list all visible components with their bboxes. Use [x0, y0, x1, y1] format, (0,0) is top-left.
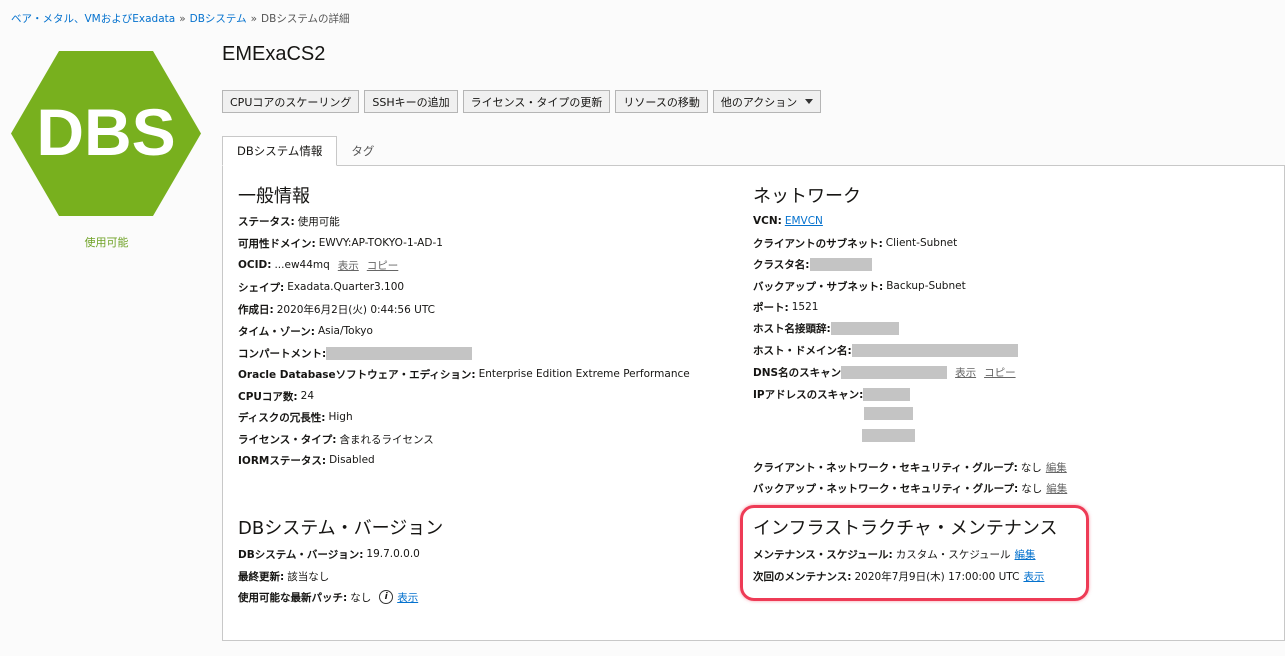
redacted-ip-1 — [863, 387, 911, 401]
schedule-edit-link[interactable]: 編集 — [1015, 547, 1036, 562]
field-label: タイム・ゾーン: — [238, 325, 315, 338]
license-type-value: 含まれるライセンス — [339, 433, 434, 446]
field-label: クライアント・ネットワーク・セキュリティ・グループ: — [753, 461, 1018, 474]
field-label: バックアップ・ネットワーク・セキュリティ・グループ: — [753, 482, 1019, 495]
info-icon[interactable]: i — [379, 590, 394, 604]
latest-patch-show-link[interactable]: 表示 — [397, 590, 418, 605]
field-label: ホスト名接頭辞: — [753, 322, 831, 335]
general-info-title: 一般情報 — [238, 186, 310, 207]
field-label: ポート: — [753, 301, 789, 314]
next-maintenance-show-link[interactable]: 表示 — [1023, 569, 1044, 584]
field-label: コンパートメント: — [238, 347, 327, 360]
move-resource-button[interactable]: リソースの移動 — [615, 90, 708, 113]
scale-cpu-button[interactable]: CPUコアのスケーリング — [222, 90, 360, 113]
ocid-copy-link[interactable]: コピー — [367, 258, 399, 273]
edition-value: Enterprise Edition Extreme Performance — [478, 368, 690, 380]
field-label: バックアップ・サブネット: — [753, 280, 884, 293]
vcn-link[interactable]: EMVCN — [785, 215, 823, 227]
field-label: 使用可能な最新パッチ: — [238, 591, 348, 604]
dns-copy-link[interactable]: コピー — [984, 365, 1016, 380]
latest-patch-value: なし — [350, 591, 372, 604]
port-value: 1521 — [791, 301, 819, 313]
ocid-show-link[interactable]: 表示 — [338, 258, 359, 273]
created-value: 2020年6月2日(火) 0:44:56 UTC — [276, 303, 435, 316]
network-title: ネットワーク — [753, 186, 861, 207]
maintenance-title: インフラストラクチャ・メンテナンス — [753, 518, 1058, 539]
field-label: DBシステム・バージョン: — [238, 548, 364, 561]
breadcrumb-link-bm-vm-exadata[interactable]: ベア・メタル、VMおよびExadata — [11, 13, 175, 25]
version-title: DBシステム・バージョン — [238, 518, 444, 539]
backup-nsg-edit-link[interactable]: 編集 — [1046, 481, 1067, 496]
redacted-host-domain — [851, 343, 1018, 357]
logo-text: DBS — [36, 95, 175, 169]
details-panel: 一般情報 ステータス: 使用可能 可用性ドメイン: EWVY:AP-TOKYO-1-… — [222, 165, 1285, 641]
update-license-button[interactable]: ライセンス・タイプの更新 — [462, 90, 611, 113]
field-label: クライアントのサブネット: — [753, 237, 883, 250]
field-label: ディスクの冗長性: — [238, 411, 326, 424]
redacted-cluster-name — [809, 257, 872, 271]
field-label: ステータス: — [238, 215, 295, 228]
backup-subnet-value: Backup-Subnet — [886, 280, 966, 292]
dns-show-link[interactable]: 表示 — [955, 365, 976, 380]
field-label: 可用性ドメイン: — [238, 237, 316, 250]
backup-nsg-value: なし — [1021, 482, 1043, 495]
field-label: ライセンス・タイプ: — [238, 433, 337, 446]
action-toolbar: CPUコアのスケーリング SSHキーの追加 ライセンス・タイプの更新 リソースの… — [222, 90, 822, 113]
next-maintenance-value: 2020年7月9日(木) 17:00:00 UTC — [854, 570, 1020, 583]
tab-tags[interactable]: タグ — [337, 136, 388, 166]
redacted-ip-3 — [862, 429, 915, 442]
last-update-value: 該当なし — [287, 570, 330, 583]
tab-bar: DBシステム情報 タグ — [222, 136, 388, 166]
dbs-logo: DBS — [11, 51, 201, 216]
field-label: シェイプ: — [238, 281, 285, 294]
breadcrumb-current: DBシステムの詳細 — [261, 13, 350, 25]
field-label: IPアドレスのスキャン: — [753, 388, 864, 401]
more-actions-label: 他のアクション — [720, 95, 798, 109]
status-label: 使用可能 — [84, 236, 129, 249]
redacted-ip-2 — [864, 407, 913, 420]
redacted-host-prefix — [830, 321, 899, 335]
disk-redundancy-value: High — [328, 411, 353, 423]
field-label: メンテナンス・スケジュール: — [753, 548, 893, 561]
caret-down-icon — [805, 99, 814, 104]
field-label: 次回のメンテナンス: — [753, 570, 852, 583]
redacted-compartment — [326, 346, 473, 360]
client-nsg-value: なし — [1020, 461, 1042, 474]
field-label: IORMステータス: — [238, 454, 327, 467]
timezone-value: Asia/Tokyo — [317, 325, 373, 337]
field-label: 作成日: — [238, 303, 274, 316]
page-title: EMExaCS2 — [222, 43, 326, 65]
breadcrumb: ベア・メタル、VMおよびExadata» DBシステム» DBシステムの詳細 — [11, 11, 350, 26]
redacted-dns-scan — [841, 365, 948, 379]
field-label: DNS名のスキャン — [753, 366, 842, 379]
ocid-value: ...ew44mq — [274, 259, 330, 271]
status-value: 使用可能 — [297, 215, 340, 228]
cpu-count-value: 24 — [300, 390, 315, 402]
breadcrumb-separator: » — [179, 13, 186, 25]
field-label: Oracle Databaseソフトウェア・エディション: — [238, 368, 476, 381]
client-nsg-edit-link[interactable]: 編集 — [1046, 460, 1067, 475]
tab-db-system-info[interactable]: DBシステム情報 — [222, 136, 338, 166]
breadcrumb-separator: » — [250, 13, 258, 25]
iorm-status-value: Disabled — [329, 454, 375, 466]
schedule-value: カスタム・スケジュール — [895, 548, 1011, 561]
field-label: VCN: — [753, 215, 782, 227]
field-label: ホスト・ドメイン名: — [753, 344, 852, 357]
field-label: CPUコア数: — [238, 390, 298, 403]
field-label: OCID: — [238, 259, 272, 271]
field-label: クラスタ名: — [753, 258, 810, 271]
add-ssh-keys-button[interactable]: SSHキーの追加 — [364, 90, 458, 113]
version-value: 19.7.0.0.0 — [366, 548, 420, 560]
breadcrumb-link-db-systems[interactable]: DBシステム — [190, 13, 247, 25]
shape-value: Exadata.Quarter3.100 — [287, 281, 405, 293]
field-label: 最終更新: — [238, 570, 285, 583]
client-subnet-value: Client-Subnet — [885, 237, 958, 249]
availability-domain-value: EWVY:AP-TOKYO-1-AD-1 — [318, 237, 443, 249]
more-actions-button[interactable]: 他のアクション — [712, 90, 822, 113]
